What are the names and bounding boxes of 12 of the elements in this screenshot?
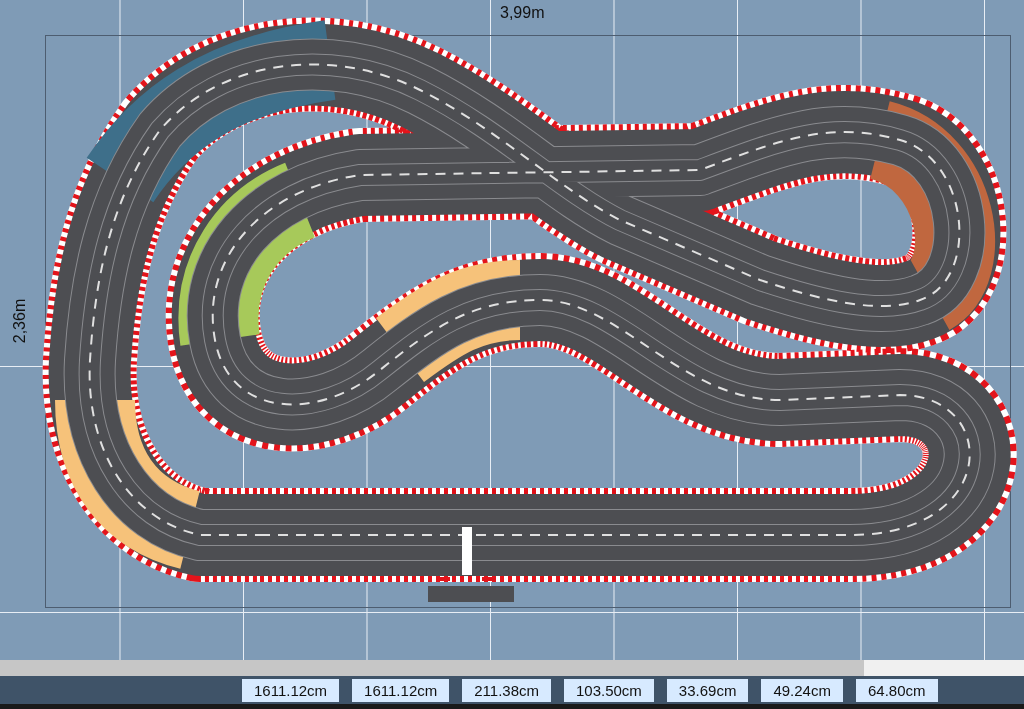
measurement-value: 33.69cm (666, 678, 749, 702)
measurement-value: 64.80cm (855, 678, 938, 702)
scrollbar-thumb[interactable] (0, 660, 864, 676)
measurement-value: 1611.12cm (352, 678, 450, 702)
board-height-label: 2,36m (11, 298, 30, 344)
track-canvas[interactable]: 3,99m 2,36m (0, 0, 1024, 660)
measurement-value: 103.50cm (564, 678, 654, 702)
horizontal-scrollbar[interactable] (0, 660, 1024, 676)
measurement-value: 49.24cm (761, 678, 843, 702)
board-width-label: 3,99m (500, 4, 545, 22)
measurement-value: 1611.12cm (242, 678, 340, 702)
measurement-value: 211.38cm (462, 678, 551, 702)
